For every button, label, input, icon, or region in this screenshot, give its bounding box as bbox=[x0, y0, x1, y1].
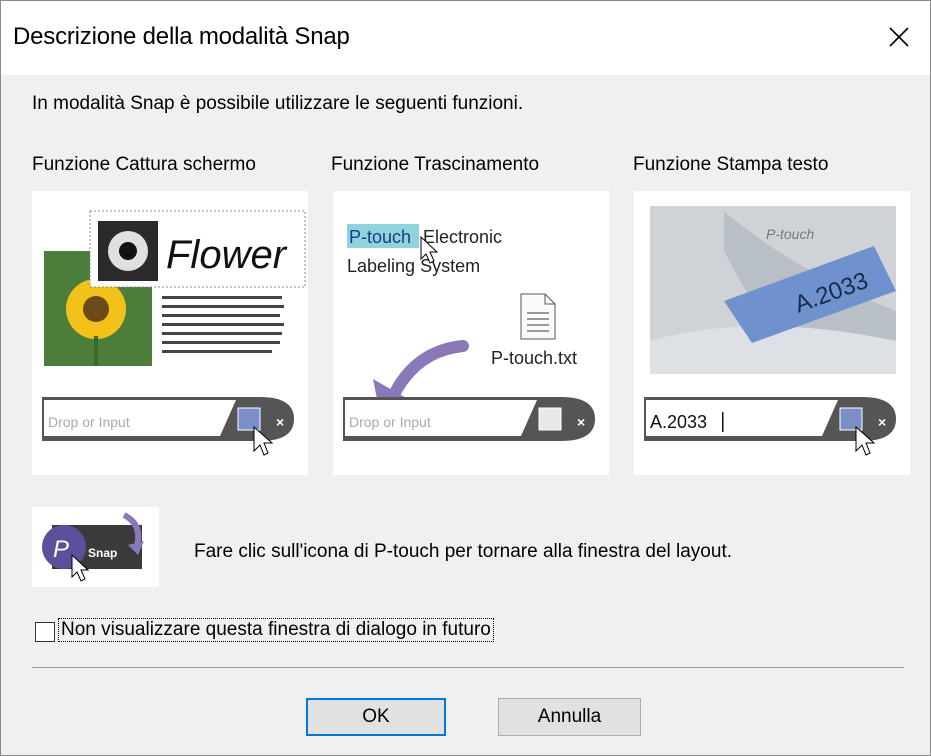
feature-title-print: Funzione Stampa testo bbox=[633, 154, 829, 175]
capture-input-placeholder: Drop or Input bbox=[48, 414, 130, 430]
cancel-button[interactable]: Annulla bbox=[498, 698, 641, 736]
camera-icon bbox=[538, 407, 562, 431]
ptouch-snap-icon: P Snap bbox=[32, 507, 159, 587]
document-preview: Flower bbox=[42, 210, 306, 369]
print-text-illustration: P-touch A.2033 A.2033 × bbox=[634, 191, 910, 475]
snap-input-bar: Drop or Input × bbox=[343, 397, 595, 441]
close-icon bbox=[889, 27, 909, 47]
intro-text: In modalità Snap è possibile utilizzare … bbox=[32, 93, 524, 114]
snap-badge: Snap bbox=[88, 546, 117, 560]
svg-text:P: P bbox=[53, 536, 69, 563]
drag-arrow-icon bbox=[385, 340, 469, 407]
dialog-title: Descrizione della modalità Snap bbox=[13, 23, 350, 50]
text-line2: Labeling System bbox=[347, 256, 480, 276]
capture-illustration: Flower Drop or Input × bbox=[32, 191, 308, 475]
drag-illustration: P-touch Electronic Labeling System P-tou… bbox=[333, 191, 609, 475]
close-button[interactable] bbox=[868, 11, 930, 63]
svg-text:P-touch: P-touch bbox=[766, 226, 814, 242]
dont-show-checkbox-label[interactable]: Non visualizzare questa finestra di dial… bbox=[58, 618, 494, 642]
dont-show-checkbox[interactable] bbox=[35, 622, 55, 642]
highlighted-text: P-touch bbox=[349, 227, 411, 247]
bar-close-icon: × bbox=[878, 414, 886, 430]
snap-input-bar: Drop or Input × bbox=[42, 397, 294, 456]
ok-button[interactable]: OK bbox=[306, 698, 446, 736]
text-caret bbox=[722, 412, 724, 432]
bar-close-icon: × bbox=[577, 414, 585, 430]
preview-word: Flower bbox=[166, 233, 288, 277]
separator bbox=[32, 667, 904, 668]
hint-text: Fare clic sull'icona di P-touch per torn… bbox=[194, 541, 733, 562]
text-file-icon bbox=[520, 293, 556, 340]
drag-input-placeholder: Drop or Input bbox=[349, 414, 431, 430]
snap-mode-dialog: Descrizione della modalità Snap In modal… bbox=[0, 0, 931, 756]
text-line1-rest: Electronic bbox=[423, 227, 502, 247]
feature-title-drag: Funzione Trascinamento bbox=[331, 154, 540, 175]
flower-thumbnail bbox=[98, 221, 158, 281]
print-icon bbox=[839, 407, 863, 431]
feature-title-capture: Funzione Cattura schermo bbox=[32, 154, 256, 175]
snap-input-bar: A.2033 × bbox=[644, 397, 896, 456]
bar-close-icon: × bbox=[276, 414, 284, 430]
file-name: P-touch.txt bbox=[491, 348, 577, 368]
title-bar: Descrizione della modalità Snap bbox=[1, 1, 930, 75]
camera-icon bbox=[237, 407, 261, 431]
print-input-value: A.2033 bbox=[650, 412, 707, 432]
